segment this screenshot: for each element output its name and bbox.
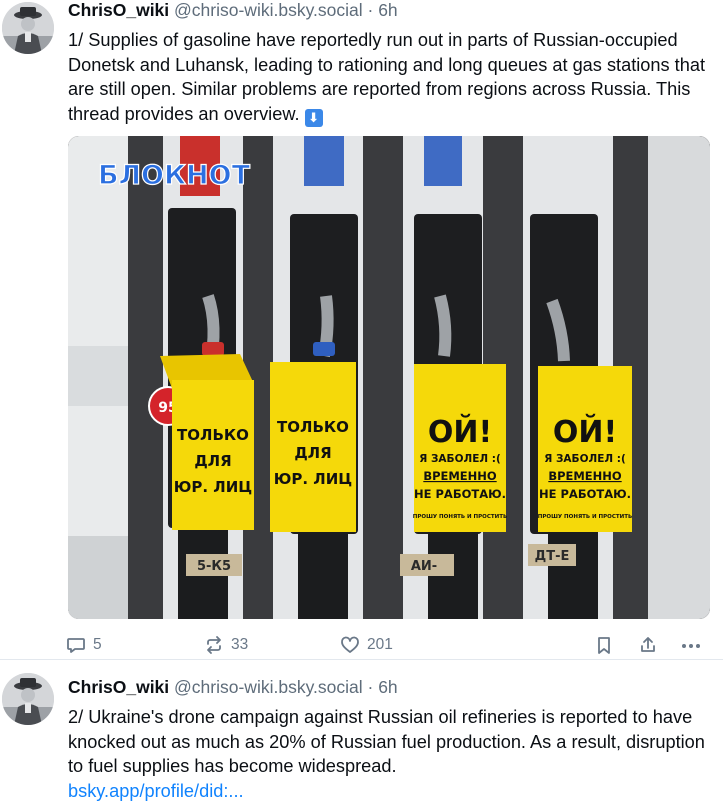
- sign-3-line-5: ПРОШУ ПОНЯТЬ И ПРОСТИТЬ: [413, 514, 507, 520]
- avatar-image: [2, 673, 54, 725]
- sign-2-line-3: ЮР. ЛИЦ: [274, 470, 353, 488]
- post-text-body: 2/ Ukraine's drone campaign against Russ…: [68, 707, 705, 776]
- sign-4-line-5: ПРОШУ ПОНЯТЬ И ПРОСТИТЬ: [538, 514, 632, 520]
- sign-1-line-3: ЮР. ЛИЦ: [174, 478, 253, 496]
- down-arrow-emoji-icon: ⬇: [304, 108, 323, 127]
- post-link[interactable]: bsky.app/profile/did:...: [68, 781, 244, 801]
- avatar[interactable]: [2, 673, 54, 725]
- post-text-body: 1/ Supplies of gasoline have reportedly …: [68, 30, 706, 124]
- bookmark-icon: [598, 637, 610, 654]
- share-icon: [641, 637, 655, 652]
- author-handle[interactable]: @chriso-wiki.bsky.social: [174, 0, 363, 20]
- post-text: 2/ Ukraine's drone campaign against Russ…: [68, 705, 718, 803]
- like-count: 201: [367, 636, 393, 653]
- post-actions: 5 33 201: [66, 632, 716, 658]
- reply-count: 5: [93, 636, 102, 653]
- sign-1-line-1: ТОЛЬКО: [177, 426, 249, 444]
- repost-button[interactable]: 33: [204, 632, 248, 658]
- post-header: ChrisO_wiki @chriso-wiki.bsky.social · 6…: [68, 0, 398, 21]
- post-1[interactable]: ChrisO_wiki @chriso-wiki.bsky.social · 6…: [0, 0, 723, 660]
- separator-dot: ·: [367, 0, 374, 20]
- share-button[interactable]: [638, 632, 658, 658]
- avatar[interactable]: [2, 2, 54, 54]
- like-button[interactable]: 201: [340, 632, 393, 658]
- sign-4-line-2: Я ЗАБОЛЕЛ :(: [544, 453, 626, 465]
- fuel-pump-photo: 5-К5 АИ- ДТ-Е БЛОКНОТ 95 ТОЛЬКО ДЛЯ ЮР. …: [68, 136, 710, 619]
- separator-dot: ·: [367, 677, 374, 697]
- pump-label-1: 5-К5: [197, 559, 231, 574]
- author-name[interactable]: ChrisO_wiki: [68, 0, 169, 20]
- sign-4-line-4: НЕ РАБОТАЮ.: [539, 487, 631, 501]
- sign-3-line-3: ВРЕМЕННО: [423, 469, 497, 483]
- avatar-image: [2, 2, 54, 54]
- post-time[interactable]: 6h: [378, 0, 397, 20]
- sign-3-line-2: Я ЗАБОЛЕЛ :(: [419, 453, 501, 465]
- ellipsis-icon: [682, 644, 700, 648]
- bookmark-button[interactable]: [594, 632, 614, 658]
- more-options-button[interactable]: [680, 632, 702, 658]
- repost-icon: [207, 636, 221, 654]
- sign-2-line-1: ТОЛЬКО: [277, 418, 349, 436]
- sign-3-line-4: НЕ РАБОТАЮ.: [414, 487, 506, 501]
- sign-4-line-3: ВРЕМЕННО: [548, 469, 622, 483]
- sign-1-line-2: ДЛЯ: [194, 452, 231, 470]
- heart-icon: [341, 636, 359, 653]
- post-time[interactable]: 6h: [378, 677, 397, 697]
- watermark-text: БЛОКНОТ: [98, 160, 251, 191]
- post-header: ChrisO_wiki @chriso-wiki.bsky.social · 6…: [68, 677, 398, 698]
- author-name[interactable]: ChrisO_wiki: [68, 677, 169, 697]
- post-image[interactable]: 5-К5 АИ- ДТ-Е БЛОКНОТ 95 ТОЛЬКО ДЛЯ ЮР. …: [68, 136, 710, 619]
- pump-label-3: ДТ-Е: [535, 549, 570, 564]
- sign-2-line-2: ДЛЯ: [294, 444, 331, 462]
- reply-button[interactable]: 5: [66, 632, 102, 658]
- sign-3-line-1: ОЙ!: [428, 414, 492, 450]
- post-text: 1/ Supplies of gasoline have reportedly …: [68, 28, 718, 127]
- post-2[interactable]: ChrisO_wiki @chriso-wiki.bsky.social · 6…: [0, 661, 723, 808]
- pump-label-2: АИ-: [411, 559, 437, 574]
- sign-4-line-1: ОЙ!: [553, 414, 617, 450]
- author-handle[interactable]: @chriso-wiki.bsky.social: [174, 677, 363, 697]
- repost-count: 33: [231, 636, 249, 653]
- reply-icon: [67, 638, 85, 653]
